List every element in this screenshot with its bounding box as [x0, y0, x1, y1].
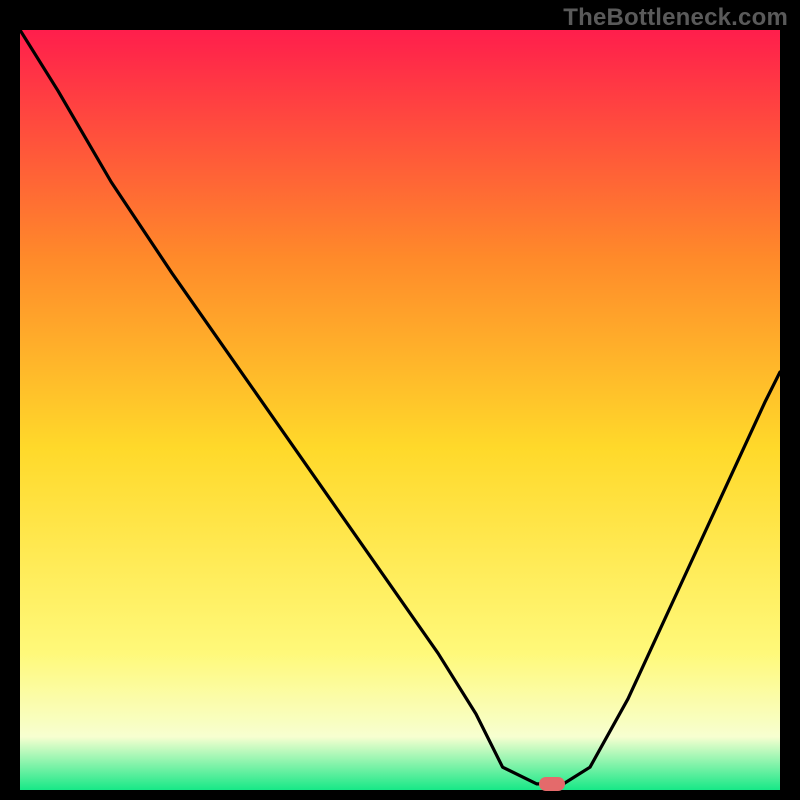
watermark-text: TheBottleneck.com [563, 4, 788, 32]
bottleneck-curve [20, 30, 780, 784]
curve-layer [20, 30, 780, 790]
optimal-marker [539, 777, 565, 791]
stage: TheBottleneck.com [0, 0, 800, 800]
plot-area [20, 30, 780, 790]
